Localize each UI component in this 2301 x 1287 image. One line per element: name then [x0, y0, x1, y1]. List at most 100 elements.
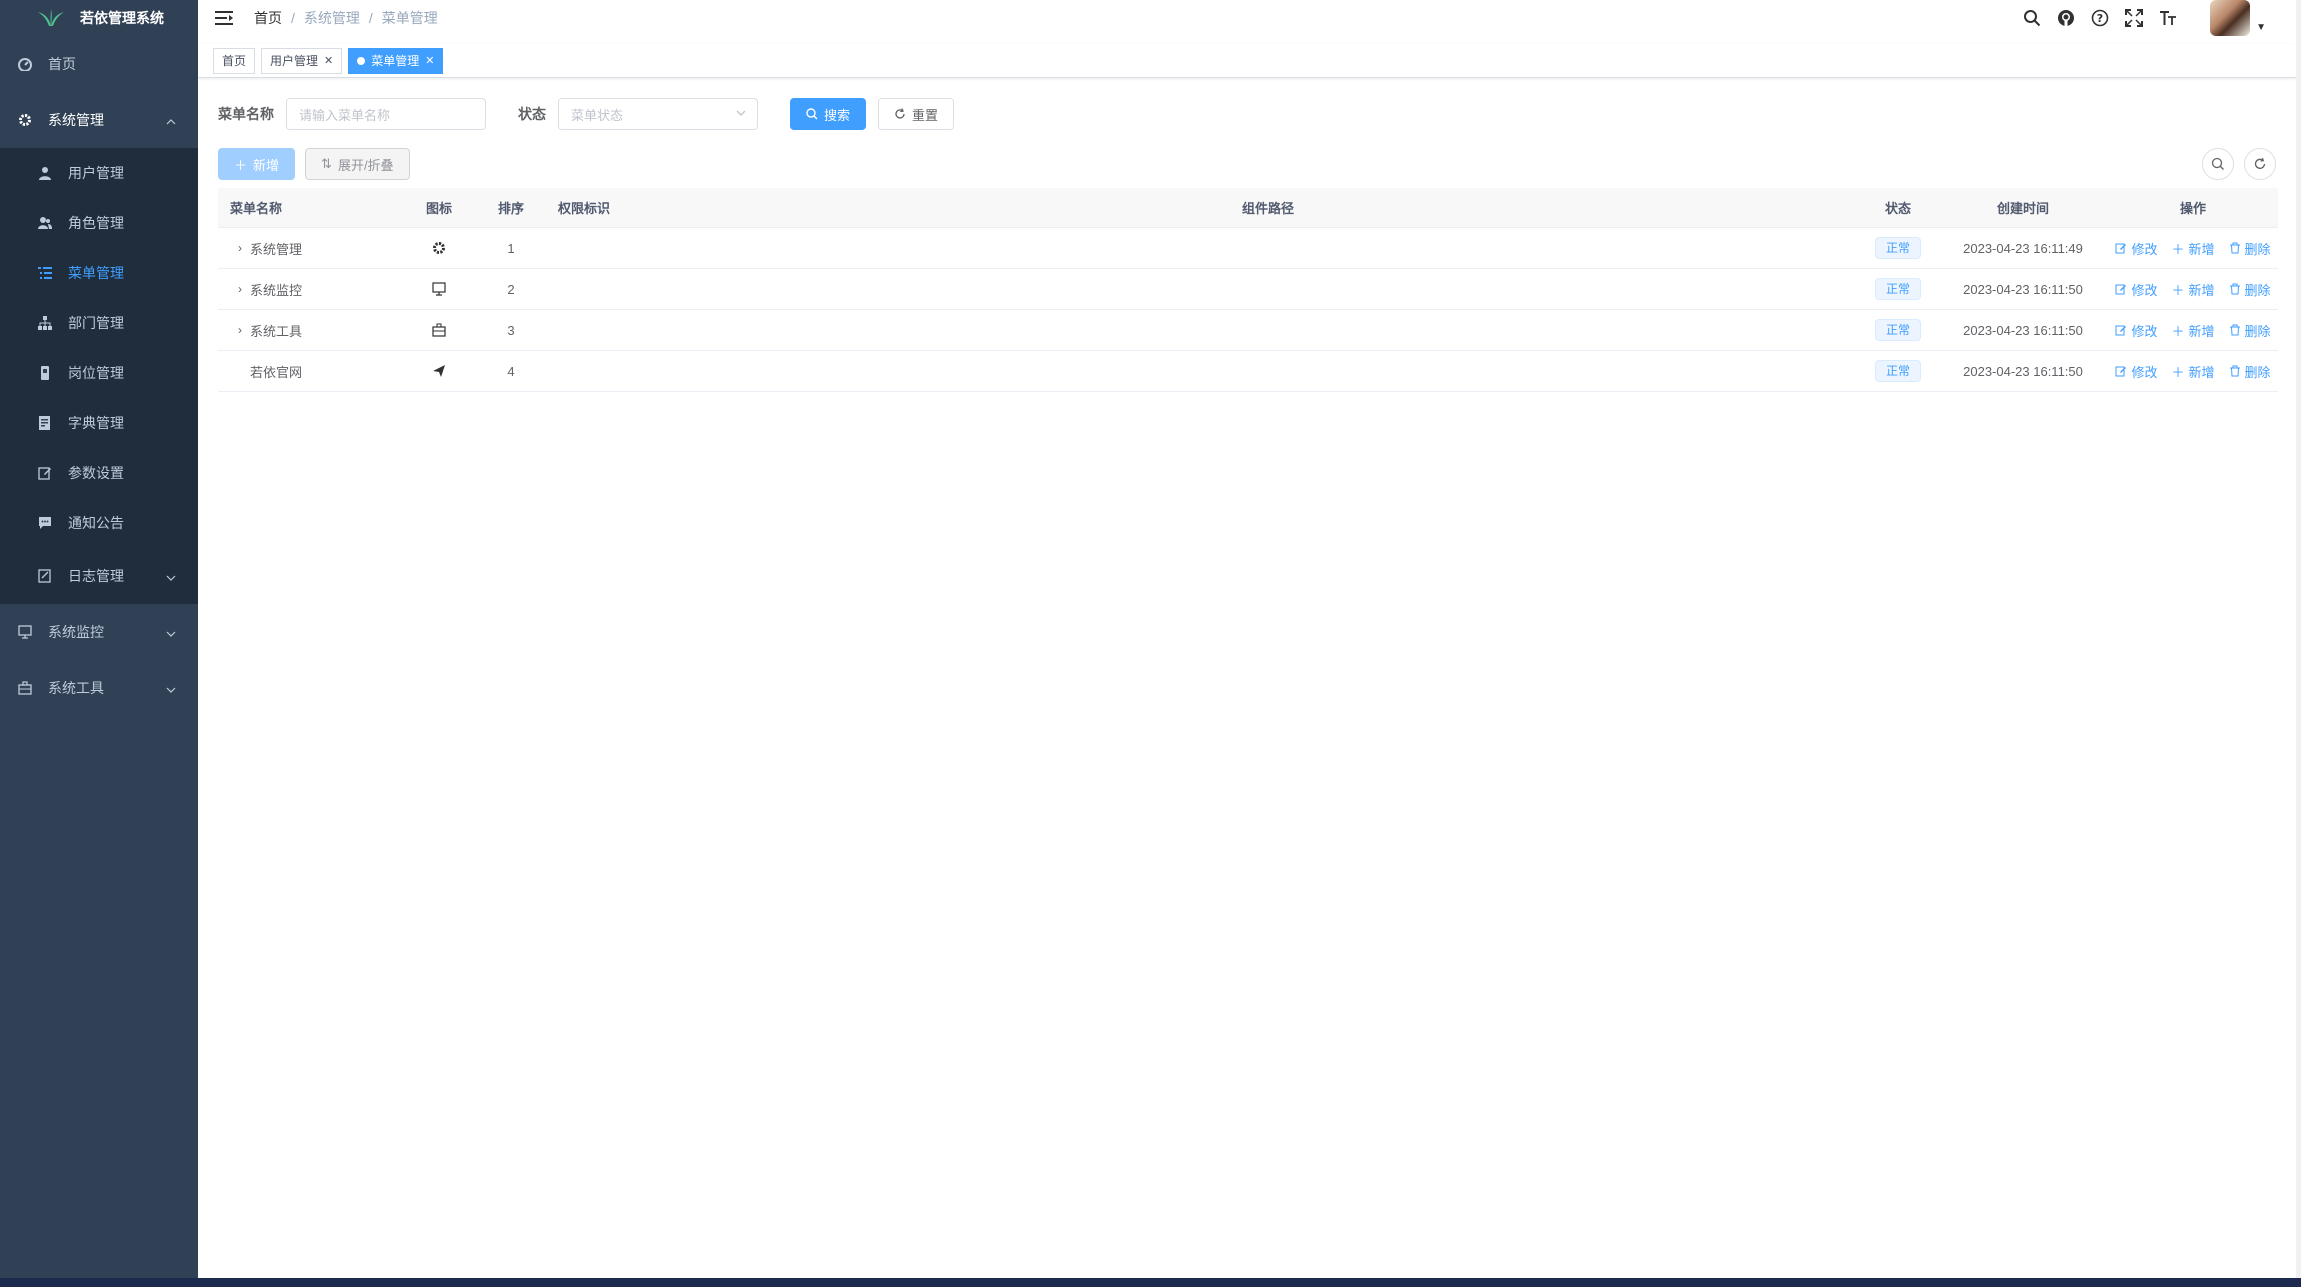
- sidebar-item-roles[interactable]: 角色管理: [0, 198, 198, 248]
- trash-icon: [2229, 283, 2240, 295]
- chevron-right-icon[interactable]: ›: [230, 323, 250, 337]
- edit-button[interactable]: 修改: [2115, 321, 2157, 340]
- trash-icon: [2229, 365, 2240, 377]
- edit-label: 修改: [2131, 282, 2158, 298]
- font-size-icon[interactable]: [2158, 8, 2178, 28]
- sidebar-item-label: 用户管理: [68, 165, 124, 181]
- gear-icon: [18, 113, 32, 127]
- reset-button[interactable]: 重置: [878, 98, 955, 130]
- add-child-button[interactable]: ＋新增: [2171, 239, 2214, 258]
- sidebar-item-notice[interactable]: 通知公告: [0, 498, 198, 548]
- delete-button[interactable]: 删除: [2229, 239, 2271, 258]
- main-content: 菜单名称 请输入菜单名称 状态 菜单状态 搜索 重置 ＋ 新增 ⇅ 展开/折叠: [198, 78, 2296, 1278]
- th-ops: 操作: [2179, 201, 2206, 216]
- add-child-button[interactable]: ＋新增: [2171, 321, 2214, 340]
- peoples-icon: [38, 216, 52, 230]
- plus-icon: ＋: [2171, 282, 2185, 298]
- table-row: › 系统工具 3 正常 2023-04-23 16:11:50 修改 ＋新增 删除: [218, 310, 2278, 351]
- question-icon[interactable]: ?: [2090, 8, 2110, 28]
- status-select[interactable]: 菜单状态: [558, 98, 758, 130]
- edit-button[interactable]: 修改: [2115, 280, 2157, 299]
- trash-icon: [2229, 324, 2240, 336]
- add-button[interactable]: ＋ 新增: [218, 148, 296, 180]
- menu-name-input[interactable]: 请输入菜单名称: [286, 98, 486, 130]
- search-button[interactable]: 搜索: [790, 98, 867, 130]
- delete-button[interactable]: 删除: [2229, 280, 2271, 299]
- chevron-right-icon[interactable]: ›: [230, 241, 250, 255]
- github-icon[interactable]: [2056, 8, 2076, 28]
- row-name: 若依官网: [250, 364, 303, 380]
- sidebar-item-system[interactable]: 系统管理: [0, 92, 198, 148]
- edit-icon: [2115, 366, 2127, 377]
- toolbar: ＋ 新增 ⇅ 展开/折叠: [218, 148, 2276, 180]
- th-created: 创建时间: [1996, 201, 2049, 216]
- tag-menus[interactable]: 菜单管理 ✕: [348, 47, 444, 74]
- trash-icon: [2229, 242, 2240, 254]
- fullscreen-icon[interactable]: [2124, 8, 2144, 28]
- edit-icon: [2115, 325, 2127, 336]
- search-icon[interactable]: [2022, 8, 2042, 28]
- monitor-icon: [432, 282, 446, 296]
- sidebar-item-config[interactable]: 参数设置: [0, 448, 198, 498]
- chevron-right-icon[interactable]: ›: [230, 282, 250, 296]
- avatar[interactable]: [2210, 0, 2251, 36]
- menu-table: 菜单名称 图标 排序 权限标识 组件路径 状态 创建时间 操作 › 系统管理 1 …: [218, 188, 2278, 392]
- delete-button[interactable]: 删除: [2229, 321, 2271, 340]
- logo-icon: [38, 9, 64, 26]
- bottom-bar: [0, 1278, 2301, 1287]
- close-icon[interactable]: ✕: [324, 49, 333, 73]
- edit-label: 修改: [2131, 323, 2158, 339]
- delete-label: 删除: [2244, 282, 2271, 298]
- delete-label: 删除: [2244, 241, 2271, 257]
- right-menu: ? ▼: [2022, 0, 2266, 36]
- th-component: 组件路径: [1241, 201, 1294, 216]
- sidebar-item-posts[interactable]: 岗位管理: [0, 348, 198, 398]
- add-label: 新增: [2188, 282, 2215, 298]
- row-created: 2023-04-23 16:11:50: [1963, 363, 2083, 379]
- active-dot-icon: [357, 56, 366, 65]
- edit-button[interactable]: 修改: [2115, 362, 2157, 381]
- table-row: 若依官网 4 正常 2023-04-23 16:11:50 修改 ＋新增 删除: [218, 351, 2278, 392]
- sort-icon: ⇅: [321, 156, 332, 171]
- tag-users[interactable]: 用户管理 ✕: [261, 47, 343, 74]
- right-toolbar: [2202, 148, 2276, 180]
- delete-button[interactable]: 删除: [2229, 362, 2271, 381]
- edit-button[interactable]: 修改: [2115, 239, 2157, 258]
- log-icon: [38, 569, 52, 583]
- status-badge: 正常: [1874, 278, 1921, 300]
- caret-down-icon[interactable]: ▼: [2256, 22, 2266, 33]
- status-placeholder: 菜单状态: [571, 107, 624, 123]
- th-order: 排序: [497, 201, 524, 216]
- scrollbar[interactable]: [2296, 0, 2301, 1278]
- sidebar-item-logs[interactable]: 日志管理: [0, 548, 198, 604]
- breadcrumb-home[interactable]: 首页: [254, 8, 282, 28]
- row-order: 4: [507, 363, 515, 379]
- sidebar-item-home[interactable]: 首页: [0, 36, 198, 92]
- sidebar-item-dict[interactable]: 字典管理: [0, 398, 198, 448]
- tree-table-icon: [38, 266, 52, 280]
- refresh-table-button[interactable]: [2244, 148, 2276, 180]
- add-child-button[interactable]: ＋新增: [2171, 362, 2214, 381]
- logo[interactable]: 若依管理系统: [0, 0, 198, 36]
- row-order: 2: [507, 281, 515, 297]
- add-button-label: 新增: [253, 157, 280, 173]
- tree-icon: [38, 316, 52, 330]
- expand-toggle-label: 展开/折叠: [337, 157, 394, 173]
- expand-toggle-button[interactable]: ⇅ 展开/折叠: [305, 148, 410, 180]
- app-title: 若依管理系统: [80, 10, 164, 26]
- message-icon: [38, 516, 52, 530]
- sidebar-item-label: 菜单管理: [68, 265, 124, 281]
- breadcrumb-separator: /: [291, 10, 295, 26]
- sidebar-item-tools[interactable]: 系统工具: [0, 660, 198, 716]
- add-child-button[interactable]: ＋新增: [2171, 280, 2214, 299]
- sidebar-item-depts[interactable]: 部门管理: [0, 298, 198, 348]
- sidebar-item-menus[interactable]: 菜单管理: [0, 248, 198, 298]
- sidebar-item-users[interactable]: 用户管理: [0, 148, 198, 198]
- close-icon[interactable]: ✕: [425, 49, 434, 73]
- toggle-search-button[interactable]: [2202, 148, 2234, 180]
- tag-home[interactable]: 首页: [213, 47, 256, 74]
- th-name: 菜单名称: [230, 201, 283, 216]
- hamburger-icon[interactable]: [214, 8, 234, 28]
- sidebar: 若依管理系统 首页 系统管理 用户管理 角色管理 菜单管理 部门管理 岗位管理 …: [0, 0, 198, 1278]
- sidebar-item-monitor[interactable]: 系统监控: [0, 604, 198, 660]
